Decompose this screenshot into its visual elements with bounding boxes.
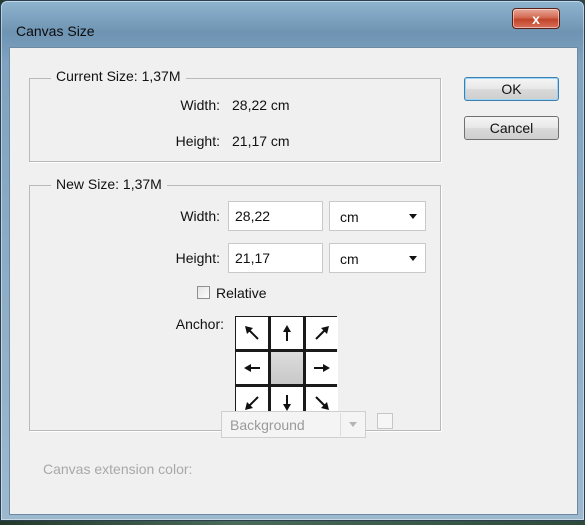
arrow-left-icon [244, 364, 260, 372]
chevron-down-icon [409, 214, 417, 219]
extension-color-value: Background [230, 417, 305, 433]
canvas-size-dialog: Canvas Size x Current Size: 1,37M Width:… [0, 0, 585, 521]
extension-color-label: Canvas extension color: [43, 461, 193, 477]
current-size-legend: Current Size: 1,37M [51, 68, 186, 84]
close-button[interactable]: x [512, 8, 560, 29]
cancel-button[interactable]: Cancel [464, 116, 559, 140]
new-height-label: Height: [175, 250, 220, 266]
current-height-label: Height: [175, 133, 220, 149]
new-size-legend: New Size: 1,37M [51, 176, 167, 192]
anchor-top-left[interactable] [236, 317, 268, 349]
anchor-label: Anchor: [175, 316, 224, 332]
close-icon: x [532, 10, 540, 27]
anchor-top-right[interactable] [306, 317, 338, 349]
anchor-center[interactable] [271, 352, 303, 384]
chevron-down-icon [349, 422, 357, 427]
anchor-top[interactable] [271, 317, 303, 349]
anchor-right[interactable] [306, 352, 338, 384]
arrow-up-left-icon [245, 326, 259, 340]
anchor-grid [235, 316, 338, 420]
current-height-value: 21,17 cm [232, 133, 290, 149]
arrow-down-left-icon [245, 396, 259, 410]
height-input[interactable]: 21,17 [228, 243, 323, 273]
dialog-title: Canvas Size [16, 23, 95, 39]
title-bar[interactable]: Canvas Size x [1, 1, 584, 39]
current-width-label: Width: [180, 97, 220, 113]
current-size-group [29, 78, 441, 162]
width-unit-value: cm [340, 209, 359, 225]
relative-checkbox[interactable] [197, 286, 210, 299]
extension-color-select: Background [221, 411, 366, 438]
current-width-value: 28,22 cm [232, 97, 290, 113]
chevron-down-icon [409, 256, 417, 261]
ok-button[interactable]: OK [464, 77, 559, 101]
width-input[interactable]: 28,22 [228, 201, 323, 231]
relative-label[interactable]: Relative [216, 285, 267, 301]
width-unit-select[interactable]: cm [329, 201, 426, 231]
arrow-down-icon [283, 395, 291, 411]
dialog-body: Current Size: 1,37M Width: 28,22 cm Heig… [9, 47, 578, 515]
height-unit-value: cm [340, 251, 359, 267]
arrow-up-icon [283, 325, 291, 341]
arrow-down-right-icon [315, 396, 329, 410]
extension-color-swatch [377, 413, 393, 429]
height-unit-select[interactable]: cm [329, 243, 426, 273]
anchor-left[interactable] [236, 352, 268, 384]
new-width-label: Width: [180, 208, 220, 224]
select-separator [340, 413, 341, 436]
arrow-up-right-icon [315, 326, 329, 340]
arrow-right-icon [314, 364, 330, 372]
